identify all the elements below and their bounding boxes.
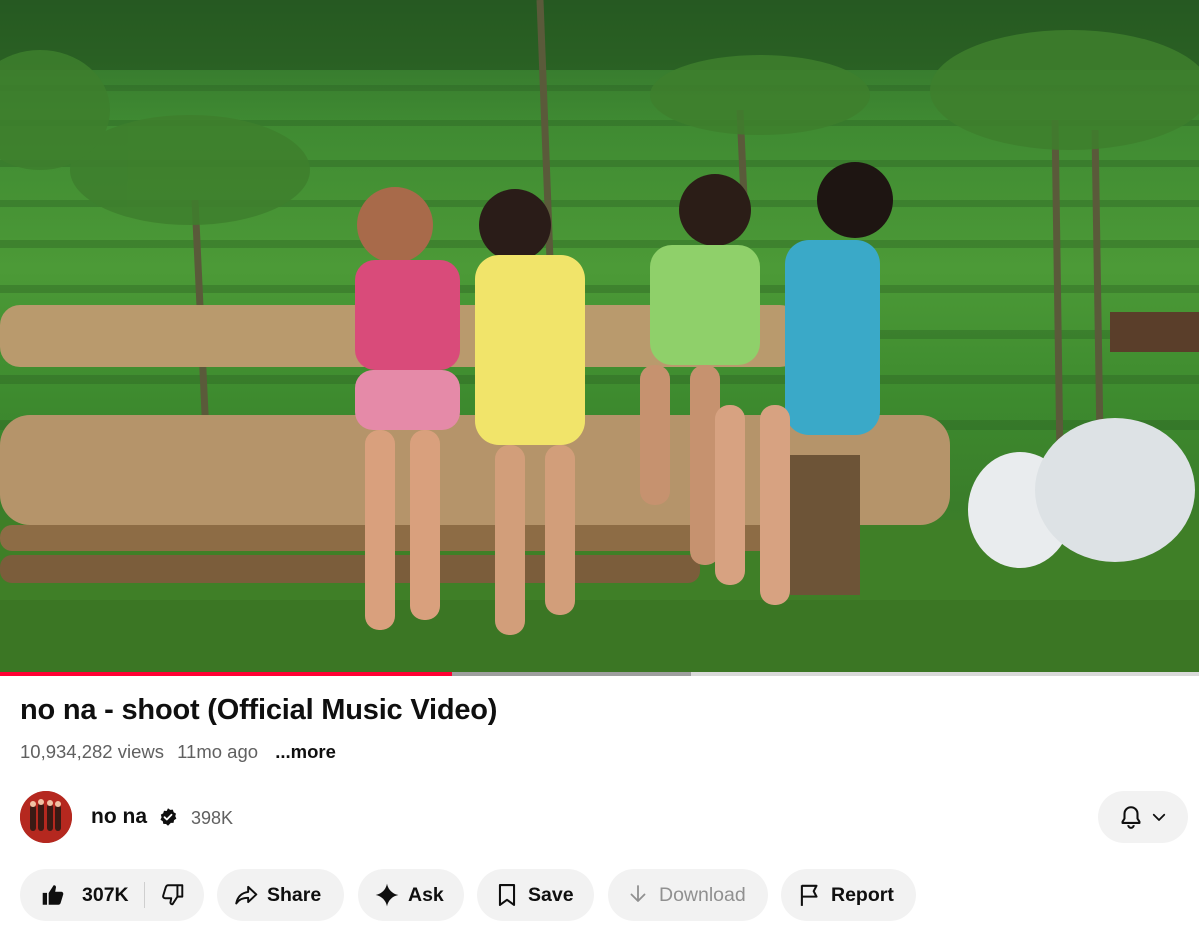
video-player[interactable] <box>0 0 1199 672</box>
bookmark-icon <box>494 882 520 908</box>
share-arrow-icon <box>233 882 259 908</box>
channel-avatar[interactable] <box>20 791 72 843</box>
flag-icon <box>797 882 823 908</box>
thumbs-up-icon[interactable] <box>40 882 66 908</box>
download-button[interactable]: Download <box>608 869 768 921</box>
share-label: Share <box>267 883 322 906</box>
bell-icon <box>1121 806 1141 829</box>
report-label: Report <box>831 883 894 906</box>
more-link[interactable]: ...more <box>275 741 336 762</box>
video-title[interactable]: no na - shoot (Official Music Video) <box>20 694 497 727</box>
progress-bar[interactable] <box>0 672 1199 676</box>
video-frame <box>0 0 1199 672</box>
save-button[interactable]: Save <box>477 869 594 921</box>
save-label: Save <box>528 883 574 906</box>
video-meta[interactable]: 10,934,282 views 11mo ago ...more <box>20 741 344 763</box>
subscriber-count: 398K <box>191 808 234 828</box>
channel-row: no na 398K <box>20 791 1188 845</box>
report-button[interactable]: Report <box>781 869 916 921</box>
chevron-down-icon <box>1152 813 1166 821</box>
ask-button[interactable]: Ask <box>358 869 464 921</box>
like-divider <box>143 882 145 908</box>
ask-label: Ask <box>408 883 444 906</box>
like-count[interactable]: 307K <box>82 884 129 907</box>
upload-age: 11mo ago <box>177 741 259 762</box>
avatar-image <box>20 791 72 843</box>
view-count: 10,934,282 views <box>20 741 164 762</box>
sparkle-icon <box>374 882 400 908</box>
share-button[interactable]: Share <box>217 869 344 921</box>
thumbs-down-icon[interactable] <box>159 882 185 908</box>
like-dislike-group: 307K <box>20 869 204 921</box>
download-label: Download <box>659 883 746 906</box>
download-arrow-icon <box>625 882 651 908</box>
verified-check-icon <box>160 808 177 826</box>
progress-played <box>0 672 452 676</box>
notification-bell-button[interactable] <box>1098 791 1188 843</box>
channel-name[interactable]: no na <box>91 805 147 829</box>
